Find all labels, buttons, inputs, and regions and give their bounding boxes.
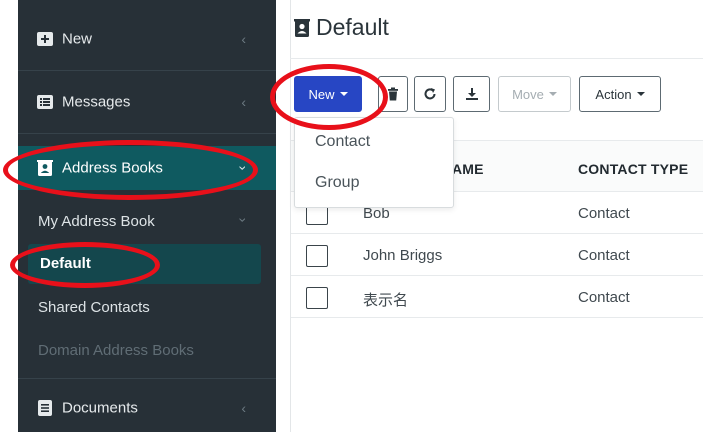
trash-icon: [388, 87, 398, 101]
contact-name: 表示名: [363, 291, 409, 309]
new-button[interactable]: New: [294, 76, 362, 112]
sidebar-item-documents[interactable]: Documents ‹: [18, 384, 276, 432]
table-row[interactable]: [291, 234, 703, 276]
caret-down-icon: [548, 92, 557, 96]
divider: [18, 133, 276, 134]
action-button-label: Action: [595, 86, 632, 102]
chevron-down-icon: ›: [235, 217, 252, 223]
document-icon: [38, 400, 52, 416]
menu-item-contact[interactable]: Contact: [315, 133, 370, 151]
divider: [18, 378, 276, 379]
sidebar-item-messages[interactable]: Messages ‹: [18, 71, 276, 133]
sidebar-item-label: Documents: [62, 399, 138, 417]
sidebar-item-label: New: [62, 30, 93, 48]
chevron-down-icon: ›: [235, 165, 252, 171]
page-title-text: Default: [316, 14, 389, 40]
sidebar-item-label: Default: [40, 255, 91, 272]
divider: [290, 58, 703, 59]
new-button-label: New: [308, 86, 335, 102]
sidebar-item-label: Address Books: [62, 159, 163, 177]
new-dropdown-menu: Contact Group: [294, 117, 454, 208]
chevron-left-icon: ‹: [241, 400, 246, 416]
refresh-button[interactable]: [414, 76, 446, 112]
sidebar-item-my-address-book[interactable]: My Address Book: [38, 213, 155, 230]
sidebar-item-new[interactable]: New ‹: [18, 8, 276, 70]
caret-down-icon: [339, 92, 348, 96]
delete-button[interactable]: [378, 76, 408, 112]
row-checkbox[interactable]: [306, 287, 328, 309]
chevron-left-icon: ‹: [241, 94, 246, 110]
left-margin: [0, 0, 18, 432]
download-icon: [465, 88, 478, 100]
sidebar-item-label: Messages: [62, 93, 131, 111]
contact-type: Contact: [578, 247, 630, 264]
contact-book-icon: [294, 18, 310, 37]
contact-type: Contact: [578, 289, 630, 306]
contact-name: John Briggs: [363, 247, 443, 264]
refresh-icon: [424, 88, 436, 100]
list-icon: [37, 95, 53, 109]
column-header-contact-type[interactable]: CONTACT TYPE: [578, 161, 688, 177]
move-button-label: Move: [512, 86, 544, 102]
chevron-left-icon: ‹: [241, 31, 246, 47]
contact-book-icon: [37, 160, 53, 176]
move-button[interactable]: Move: [498, 76, 571, 112]
plus-square-icon: [37, 32, 53, 46]
table-row[interactable]: [291, 276, 703, 318]
column-header-name[interactable]: AME: [452, 161, 484, 177]
sidebar-item-domain-address-books[interactable]: Domain Address Books: [38, 342, 194, 359]
row-checkbox[interactable]: [306, 245, 328, 267]
contact-type: Contact: [578, 205, 630, 222]
download-button[interactable]: [453, 76, 490, 112]
sidebar-item-shared-contacts[interactable]: Shared Contacts: [38, 299, 150, 316]
menu-item-group[interactable]: Group: [315, 174, 359, 192]
sidebar-item-default[interactable]: Default: [28, 244, 261, 284]
action-button[interactable]: Action: [579, 76, 661, 112]
sidebar-item-address-books[interactable]: Address Books ›: [18, 146, 276, 190]
page-title: Default: [294, 14, 389, 41]
caret-down-icon: [636, 92, 645, 96]
sidebar: New ‹ Messages ‹ Address Books › My Addr…: [18, 0, 276, 432]
